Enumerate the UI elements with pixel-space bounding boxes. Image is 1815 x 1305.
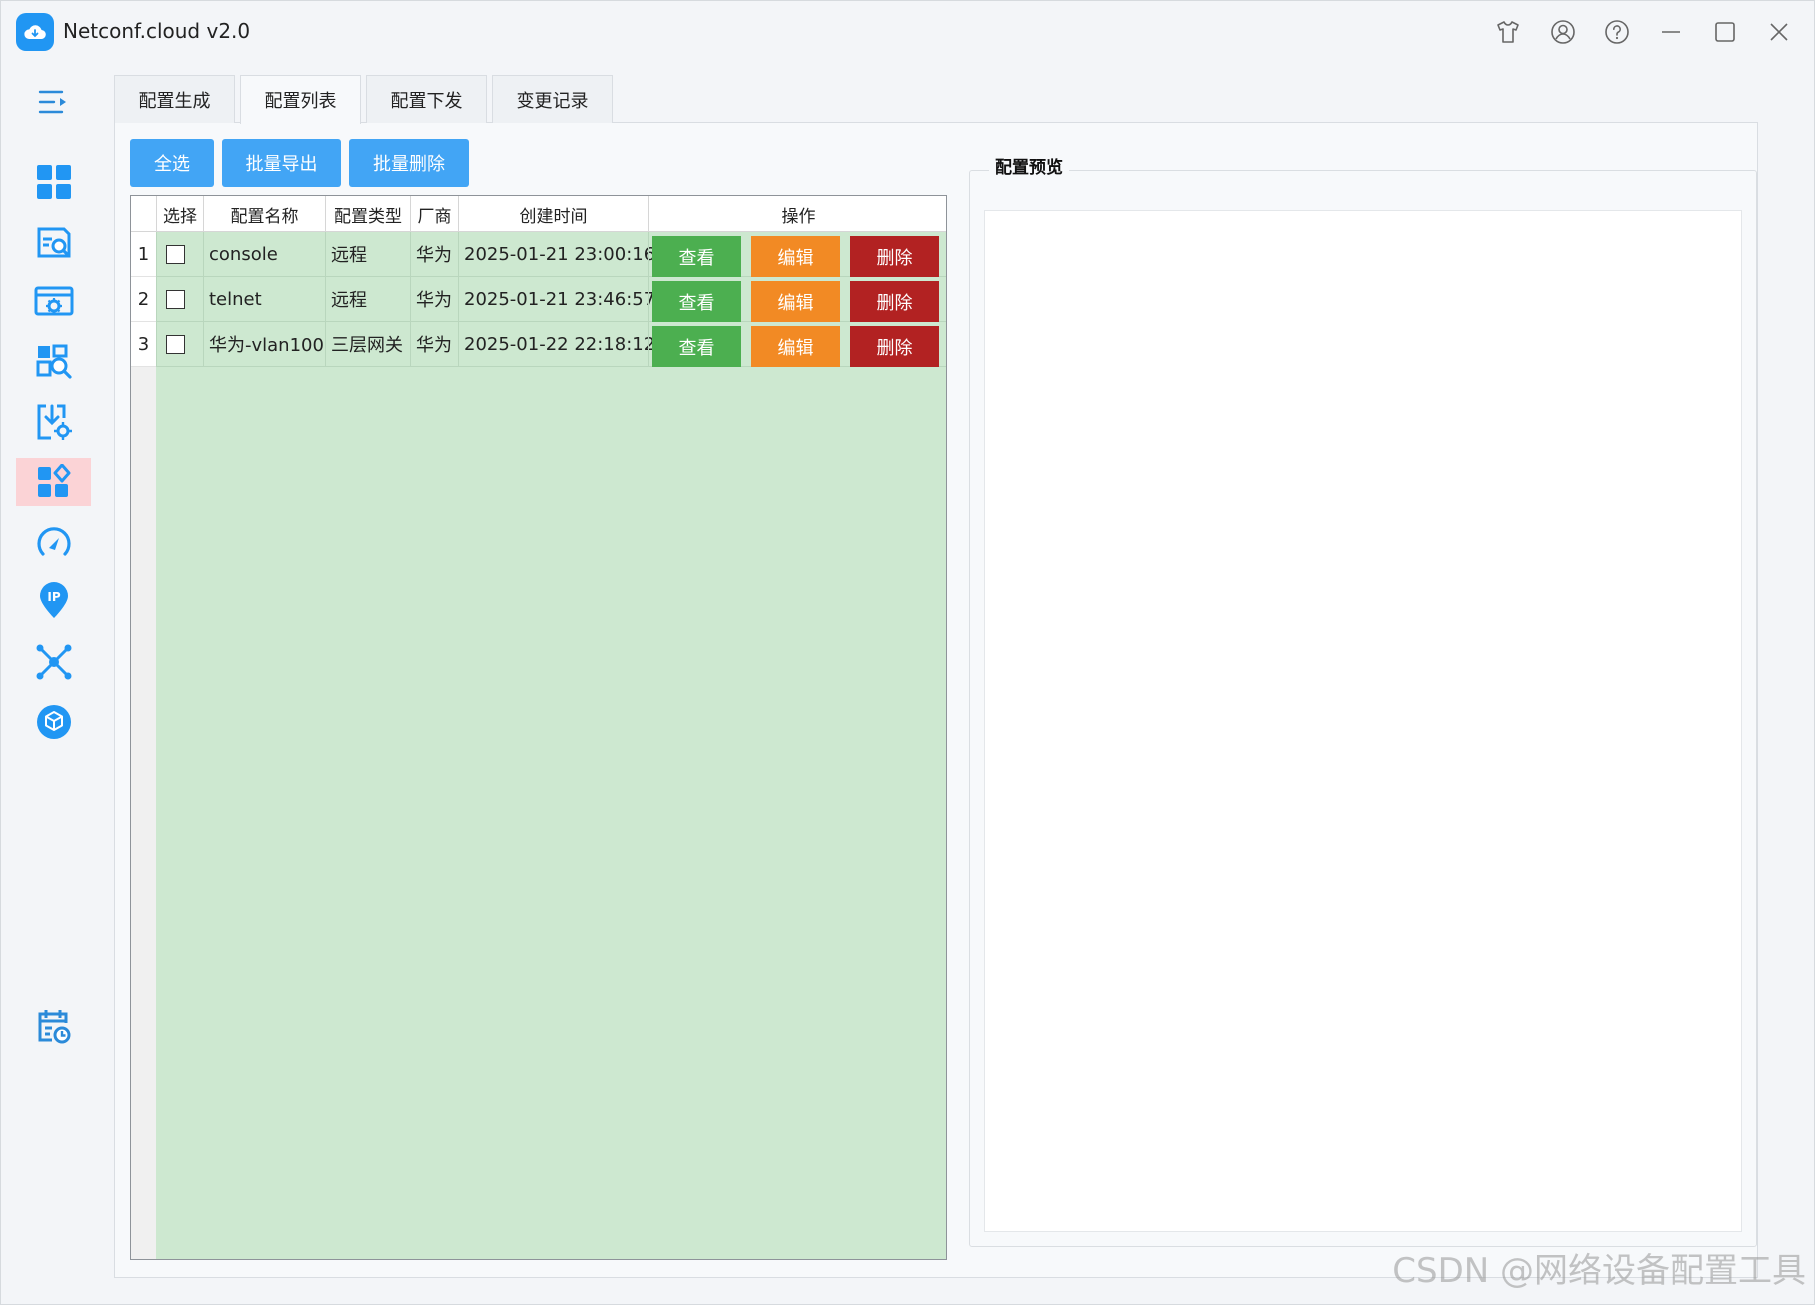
apps-icon[interactable] xyxy=(16,458,91,506)
title-bar: Netconf.cloud v2.0 xyxy=(1,1,1815,63)
tab-config-generate[interactable]: 配置生成 xyxy=(114,75,235,123)
actions-cell: 查看 编辑 删除 xyxy=(648,232,946,277)
col-select[interactable]: 选择 xyxy=(156,196,203,232)
type-cell: 远程 xyxy=(325,277,410,322)
watermark: CSDN @网络设备配置工具 xyxy=(1392,1251,1806,1291)
table-header: 选择 配置名称 配置类型 厂商 创建时间 操作 xyxy=(131,196,946,232)
select-cell xyxy=(156,232,203,277)
col-type[interactable]: 配置类型 xyxy=(325,196,410,232)
row-number: 3 xyxy=(131,322,156,367)
config-settings-icon[interactable] xyxy=(16,278,91,326)
row-number: 2 xyxy=(131,277,156,322)
vendor-cell: 华为 xyxy=(410,277,458,322)
config-table: 选择 配置名称 配置类型 厂商 创建时间 操作 1 console 远程 华为 … xyxy=(130,195,947,1260)
package-icon[interactable] xyxy=(16,698,91,746)
tab-config-list[interactable]: 配置列表 xyxy=(240,75,361,124)
tab-change-log[interactable]: 变更记录 xyxy=(492,75,613,123)
col-actions: 操作 xyxy=(648,196,946,232)
close-icon[interactable] xyxy=(1762,15,1796,49)
view-button[interactable]: 查看 xyxy=(652,236,741,277)
speed-gauge-icon[interactable] xyxy=(16,518,91,566)
view-button[interactable]: 查看 xyxy=(652,281,741,322)
delete-button[interactable]: 删除 xyxy=(850,281,939,322)
created-cell: 2025-01-21 23:00:16 xyxy=(458,232,655,277)
app-title: Netconf.cloud v2.0 xyxy=(63,19,251,43)
cloud-logo-icon xyxy=(16,13,54,51)
help-icon[interactable] xyxy=(1600,15,1634,49)
created-cell: 2025-01-21 23:46:57 xyxy=(458,277,655,322)
col-name[interactable]: 配置名称 xyxy=(203,196,325,232)
search-grid-icon[interactable] xyxy=(16,338,91,386)
edit-button[interactable]: 编辑 xyxy=(751,281,840,322)
created-cell: 2025-01-22 22:18:12 xyxy=(458,322,655,367)
type-cell: 远程 xyxy=(325,232,410,277)
row-number: 1 xyxy=(131,232,156,277)
maximize-icon[interactable] xyxy=(1708,15,1742,49)
actions-cell: 查看 编辑 删除 xyxy=(648,322,946,367)
table-row[interactable]: 3 华为-vlan100 三层网关 华为 2025-01-22 22:18:12… xyxy=(131,322,946,367)
vendor-cell: 华为 xyxy=(410,322,458,367)
edit-button[interactable]: 编辑 xyxy=(751,236,840,277)
minimize-icon[interactable] xyxy=(1654,15,1688,49)
table-row[interactable]: 2 telnet 远程 华为 2025-01-21 23:46:57 查看 编辑… xyxy=(131,277,946,322)
delete-button[interactable]: 删除 xyxy=(850,326,939,367)
col-created[interactable]: 创建时间 xyxy=(458,196,648,232)
col-vendor[interactable]: 厂商 xyxy=(410,196,458,232)
dashboard-icon[interactable] xyxy=(16,158,91,206)
import-settings-icon[interactable] xyxy=(16,398,91,446)
shirt-icon[interactable] xyxy=(1491,15,1525,49)
select-cell xyxy=(156,322,203,367)
preview-textarea[interactable] xyxy=(984,210,1742,1232)
row-checkbox[interactable] xyxy=(166,335,185,354)
topology-icon[interactable] xyxy=(16,638,91,686)
ip-location-icon[interactable]: IP xyxy=(16,576,91,624)
view-button[interactable]: 查看 xyxy=(652,326,741,367)
select-all-button[interactable]: 全选 xyxy=(130,139,214,187)
row-checkbox[interactable] xyxy=(166,245,185,264)
table-row[interactable]: 1 console 远程 华为 2025-01-21 23:00:16 查看 编… xyxy=(131,232,946,277)
user-icon[interactable] xyxy=(1546,15,1580,49)
preview-title: 配置预览 xyxy=(989,153,1069,178)
type-cell: 三层网关 xyxy=(325,322,410,367)
name-cell: telnet xyxy=(203,277,325,322)
select-cell xyxy=(156,277,203,322)
delete-button[interactable]: 删除 xyxy=(850,236,939,277)
actions-cell: 查看 编辑 删除 xyxy=(648,277,946,322)
vendor-cell: 华为 xyxy=(410,232,458,277)
edit-button[interactable]: 编辑 xyxy=(751,326,840,367)
config-search-icon[interactable] xyxy=(16,218,91,266)
name-cell: 华为-vlan100 xyxy=(203,322,325,367)
row-checkbox[interactable] xyxy=(166,290,185,309)
tab-config-deploy[interactable]: 配置下发 xyxy=(366,75,487,123)
svg-text:IP: IP xyxy=(47,590,60,604)
app-window: Netconf.cloud v2.0 IP 配置生成 配置列表 配置下发 变更记… xyxy=(0,0,1815,1305)
batch-export-button[interactable]: 批量导出 xyxy=(222,139,341,187)
calendar-clock-icon[interactable] xyxy=(16,1002,91,1050)
menu-toggle-icon[interactable] xyxy=(16,78,91,126)
name-cell: console xyxy=(203,232,325,277)
batch-delete-button[interactable]: 批量删除 xyxy=(349,139,469,187)
